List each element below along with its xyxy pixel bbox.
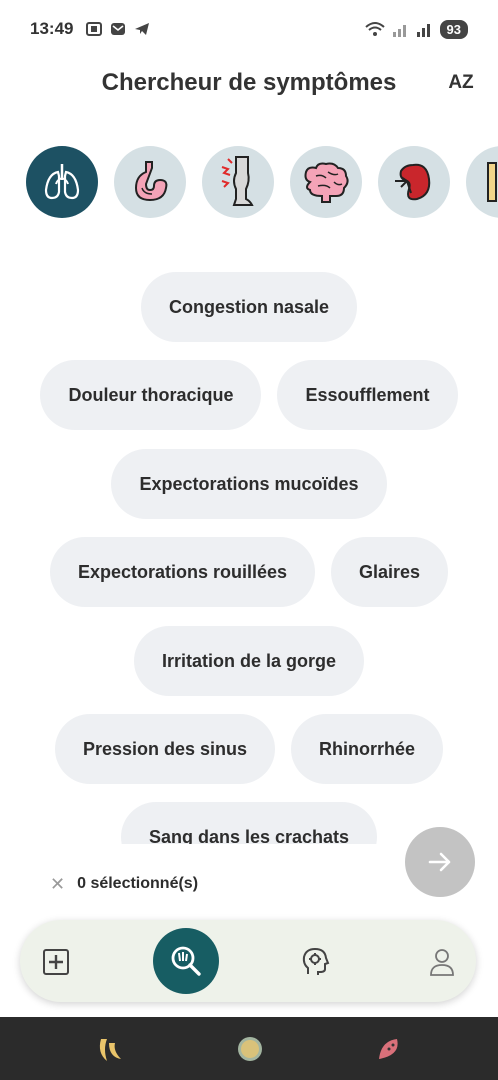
signal-2-icon bbox=[416, 24, 430, 37]
clear-selection-icon[interactable]: ✕ bbox=[50, 874, 65, 895]
next-button[interactable] bbox=[405, 827, 475, 897]
symptom-search-icon bbox=[171, 946, 201, 976]
battery-level: 93 bbox=[439, 19, 468, 39]
banana-icon[interactable] bbox=[95, 1033, 127, 1065]
symptom-chip[interactable]: Douleur thoracique bbox=[40, 360, 262, 430]
category-leg[interactable] bbox=[202, 146, 274, 218]
symptom-chip[interactable]: Rhinorrhée bbox=[291, 714, 444, 784]
category-more[interactable] bbox=[466, 146, 498, 218]
chip-row: Congestion nasale bbox=[0, 272, 498, 342]
mail-icon bbox=[111, 23, 126, 35]
symptom-chip[interactable]: Congestion nasale bbox=[140, 272, 358, 342]
head-gear-icon bbox=[302, 947, 330, 975]
symptom-chip[interactable]: Sang dans les crachats bbox=[120, 802, 378, 844]
symptom-chip[interactable]: Expectorations mucoïdes bbox=[111, 449, 387, 519]
nav-add-button[interactable] bbox=[38, 944, 74, 980]
add-icon bbox=[43, 949, 69, 975]
category-lungs[interactable] bbox=[26, 146, 98, 218]
signal-icon bbox=[392, 25, 406, 37]
lungs-icon bbox=[44, 164, 80, 200]
fruit-slice-icon[interactable] bbox=[373, 1033, 405, 1065]
status-bar: 13:49 93 bbox=[0, 0, 498, 58]
nav-mental-health-button[interactable] bbox=[295, 942, 335, 982]
chip-row: Pression des sinus Rhinorrhée bbox=[0, 714, 498, 784]
chip-row: Douleur thoracique Essoufflement bbox=[0, 360, 498, 430]
nav-profile-button[interactable] bbox=[422, 942, 462, 982]
nav-symptom-search-button[interactable] bbox=[153, 928, 219, 994]
arrow-right-icon bbox=[428, 852, 451, 872]
symptom-chip-list: Congestion nasale Douleur thoracique Ess… bbox=[0, 262, 498, 844]
chip-row: Expectorations mucoïdes bbox=[0, 449, 498, 519]
leg-pain-icon bbox=[221, 156, 254, 206]
partial-icon bbox=[487, 162, 497, 202]
wifi-icon bbox=[364, 22, 385, 36]
status-notification-icons bbox=[85, 20, 151, 38]
bottom-nav bbox=[20, 920, 476, 1002]
selection-count: 0 sélectionné(s) bbox=[77, 875, 199, 892]
screenshot-icon bbox=[86, 22, 103, 36]
kidney-icon bbox=[395, 163, 431, 201]
page-title: Chercheur de symptômes bbox=[101, 69, 397, 96]
system-navigation-bar bbox=[0, 1017, 498, 1080]
brain-icon bbox=[304, 162, 349, 203]
profile-icon bbox=[430, 949, 454, 976]
symptom-chip[interactable]: Essoufflement bbox=[277, 360, 458, 430]
status-time: 13:49 bbox=[30, 19, 74, 38]
status-system-icons: 93 bbox=[364, 19, 468, 39]
sort-az-label: AZ bbox=[448, 72, 474, 93]
category-kidney[interactable] bbox=[378, 146, 450, 218]
symptom-chip[interactable]: Glaires bbox=[331, 537, 449, 607]
category-brain[interactable] bbox=[290, 146, 362, 218]
header: Chercheur de symptômes AZ bbox=[0, 58, 498, 108]
stomach-icon bbox=[134, 161, 168, 202]
chip-row: Expectorations rouillées Glaires bbox=[0, 537, 498, 607]
symptom-chip[interactable]: Irritation de la gorge bbox=[133, 626, 365, 696]
body-category-row[interactable] bbox=[0, 144, 498, 220]
telegram-icon bbox=[135, 23, 150, 35]
symptom-chip[interactable]: Pression des sinus bbox=[54, 714, 276, 784]
chip-row: Irritation de la gorge bbox=[0, 626, 498, 696]
symptom-chip[interactable]: Expectorations rouillées bbox=[49, 537, 316, 607]
selection-info: ✕ 0 sélectionné(s) bbox=[50, 871, 198, 897]
sort-az-button[interactable]: AZ bbox=[444, 66, 478, 100]
category-stomach[interactable] bbox=[114, 146, 186, 218]
flower-icon[interactable] bbox=[234, 1033, 266, 1065]
